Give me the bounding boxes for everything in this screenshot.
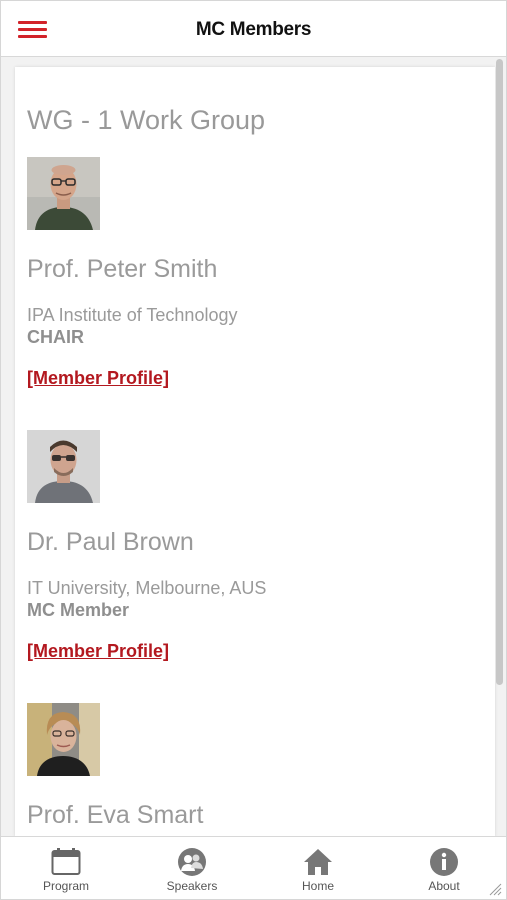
tab-speakers[interactable]: Speakers bbox=[129, 837, 255, 899]
info-icon bbox=[430, 848, 458, 876]
member-name: Prof. Peter Smith bbox=[27, 255, 218, 283]
home-icon bbox=[304, 849, 332, 875]
calendar-icon bbox=[51, 848, 81, 875]
page-title: MC Members bbox=[195, 19, 312, 40]
speakers-icon bbox=[178, 848, 206, 876]
tab-label: Program bbox=[42, 879, 89, 893]
content-scrollbar[interactable] bbox=[496, 59, 503, 685]
member-role: MC Member bbox=[27, 600, 130, 620]
app-header: MC Members bbox=[1, 1, 506, 57]
tab-program[interactable]: Program bbox=[3, 837, 129, 899]
member-photo bbox=[27, 430, 100, 503]
group-title: WG - 1 Work Group bbox=[27, 105, 266, 135]
member-role: CHAIR bbox=[27, 327, 84, 347]
members-content: WG - 1 Work Group Prof. Peter Smith IPA … bbox=[15, 67, 495, 837]
member-profile-link[interactable]: [Member Profile] bbox=[27, 641, 169, 662]
member-name: Prof. Eva Smart bbox=[27, 801, 204, 829]
member-affiliation: IPA Institute of Technology bbox=[27, 305, 238, 325]
member-affiliation: IT University, Melbourne, AUS bbox=[27, 578, 267, 598]
resize-handle-icon[interactable] bbox=[488, 882, 502, 896]
member-photo bbox=[27, 703, 100, 776]
member-name: Dr. Paul Brown bbox=[27, 528, 194, 556]
member-profile-link[interactable]: [Member Profile] bbox=[27, 368, 169, 389]
tab-label: Speakers bbox=[166, 879, 218, 893]
tab-label: Home bbox=[301, 879, 334, 893]
bottom-tab-bar: Program Speakers Home About bbox=[1, 836, 506, 899]
app-frame: MC Members WG - 1 Work Group Prof. Peter… bbox=[0, 0, 507, 900]
member-photo bbox=[27, 157, 100, 230]
tab-home[interactable]: Home bbox=[255, 837, 381, 899]
